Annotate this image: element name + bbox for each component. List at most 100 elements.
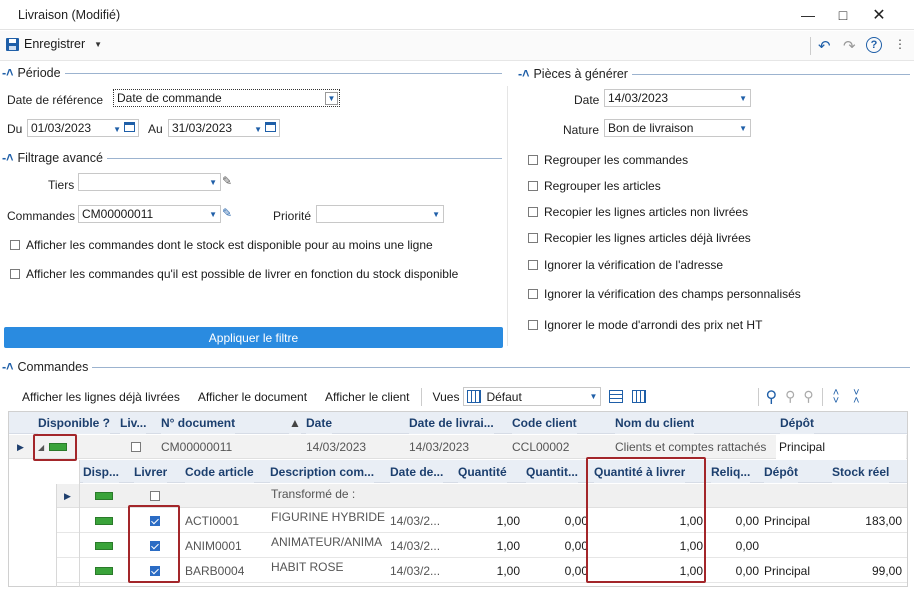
chevron-down-icon[interactable]: ▼ — [590, 392, 598, 401]
pieces-section-header[interactable]: -˄ Pièces à générer — [518, 67, 910, 81]
edit-pen-icon[interactable]: ✎ — [222, 174, 232, 188]
search-next-icon[interactable]: ⚲ — [803, 388, 813, 405]
sort-asc-icon[interactable]: ▲ — [289, 412, 301, 434]
chevron-down-icon[interactable]: ▼ — [209, 210, 217, 219]
edit-pen-icon[interactable]: ✎ — [222, 206, 232, 220]
col-header-nom-client[interactable]: Nom du client — [615, 412, 695, 434]
col-header-ndoc[interactable]: N° document — [161, 412, 236, 434]
line-description: ANIMATEUR/ANIMA — [271, 535, 383, 549]
chevron-down-icon[interactable]: ▼ — [739, 124, 747, 133]
sub-header-description[interactable]: Description com... — [270, 460, 375, 483]
au-date-input[interactable]: 31/03/2023 ▼ — [168, 119, 280, 137]
columns-icon[interactable] — [609, 390, 624, 403]
option-ignorer-arrondi[interactable]: Ignorer le mode d'arrondi des prix net H… — [528, 318, 762, 332]
tiers-input[interactable]: ▼ — [78, 173, 221, 191]
chevron-down-icon[interactable]: ▼ — [432, 210, 440, 219]
priorite-select[interactable]: ▼ — [316, 205, 444, 223]
du-date-input[interactable]: 01/03/2023 ▼ — [27, 119, 139, 137]
col-header-liv[interactable]: Liv... — [120, 412, 147, 434]
date-ref-select[interactable]: Date de commande ▼ — [113, 89, 340, 107]
help-icon[interactable]: ? — [866, 37, 882, 53]
vues-select[interactable]: Défaut ▼ — [463, 387, 602, 406]
col-header-date-livraison[interactable]: Date de livrai... — [409, 412, 494, 434]
option-ignorer-champs[interactable]: Ignorer la vérification des champs perso… — [528, 287, 801, 301]
sub-header-depot[interactable]: Dépôt — [764, 460, 798, 483]
checkbox-livrer-stock[interactable]: Afficher les commandes qu'il est possibl… — [10, 267, 458, 281]
option-recopier-livrees[interactable]: Recopier les lignes articles déjà livrée… — [528, 231, 751, 245]
undo-icon[interactable]: ↶ — [818, 37, 831, 55]
chevron-down-icon[interactable]: ▼ — [739, 94, 747, 103]
calendar-icon[interactable] — [124, 122, 135, 132]
checkbox[interactable] — [528, 207, 538, 217]
sub-header-livrer[interactable]: Livrer — [134, 460, 168, 483]
option-label: Ignorer la vérification des champs perso… — [544, 287, 801, 301]
filtrage-section-header[interactable]: -˄ Filtrage avancé — [2, 151, 502, 165]
checkbox[interactable] — [10, 269, 20, 279]
col-header-depot[interactable]: Dépôt — [780, 412, 814, 434]
table-row[interactable] — [57, 484, 907, 508]
col-header-dispo[interactable]: Disponible ? — [38, 412, 110, 434]
option-regrouper-commandes[interactable]: Regrouper les commandes — [528, 153, 688, 167]
redo-icon[interactable]: ↷ — [843, 37, 856, 55]
piece-date-select[interactable]: 14/03/2023 ▼ — [604, 89, 751, 107]
chevron-down-icon[interactable]: ▼ — [113, 125, 121, 134]
chevron-down-icon[interactable]: ▼ — [94, 40, 102, 49]
divider — [758, 387, 760, 406]
sub-header-reliquat[interactable]: Reliq... — [711, 460, 751, 483]
option-recopier-non-livrees[interactable]: Recopier les lignes articles non livrées — [528, 205, 748, 219]
maximize-icon[interactable]: □ — [830, 4, 856, 26]
nature-select[interactable]: Bon de livraison ▼ — [604, 119, 751, 137]
checkbox[interactable] — [528, 181, 538, 191]
col-header-date[interactable]: Date — [306, 412, 333, 434]
checkbox[interactable] — [131, 442, 141, 452]
chevron-down-icon[interactable]: ▼ — [325, 91, 338, 105]
checkbox[interactable] — [528, 320, 538, 330]
sub-header-stock-reel[interactable]: Stock réel — [832, 460, 890, 483]
expand-all-icon[interactable]: ˄ ˅ — [833, 387, 839, 406]
search-icon[interactable]: ⚲ — [765, 387, 777, 407]
sub-header-dispo[interactable]: Disp... — [83, 460, 120, 483]
chevron-down-icon[interactable]: ▼ — [209, 178, 217, 187]
show-client-link[interactable]: Afficher le client — [316, 390, 419, 404]
liv-checkbox-cell[interactable] — [131, 435, 141, 459]
option-ignorer-adresse[interactable]: Ignorer la vérification de l'adresse — [528, 258, 723, 272]
checkbox[interactable] — [528, 155, 538, 165]
collapse-all-icon[interactable]: ˅ ˄ — [853, 387, 859, 406]
checkbox-stock-dispo-ligne[interactable]: Afficher les commandes dont le stock est… — [10, 238, 433, 252]
layout-icon[interactable] — [632, 390, 647, 403]
order-depot: Principal — [776, 435, 906, 459]
search-prev-icon[interactable]: ⚲ — [785, 388, 795, 405]
checkbox[interactable] — [528, 260, 538, 270]
line-quantite-2: 0,00 — [564, 539, 588, 553]
collapse-icon[interactable]: -˄ — [518, 67, 529, 81]
chevron-down-icon[interactable]: ▼ — [254, 125, 262, 134]
commandes-input[interactable]: CM00000011 ▼ — [78, 205, 221, 223]
highlight-quantite-a-livrer — [586, 457, 706, 583]
commandes-label: Commandes — [7, 209, 76, 223]
save-button[interactable]: Enregistrer ▼ — [6, 37, 102, 51]
show-document-link[interactable]: Afficher le document — [189, 390, 316, 404]
checkbox[interactable] — [528, 289, 538, 299]
minimize-icon[interactable]: — — [795, 4, 821, 26]
sub-header-quantite-2[interactable]: Quantit... — [526, 460, 578, 483]
col-header-code-client[interactable]: Code client — [512, 412, 577, 434]
sub-header-code-article[interactable]: Code article — [185, 460, 254, 483]
commandes-section-header[interactable]: -˄ Commandes — [2, 360, 910, 374]
option-label: Recopier les lignes articles déjà livrée… — [544, 231, 751, 245]
collapse-icon[interactable]: -˄ — [2, 151, 13, 165]
more-icon[interactable]: ⋮ — [894, 37, 906, 51]
option-regrouper-articles[interactable]: Regrouper les articles — [528, 179, 661, 193]
collapse-icon[interactable]: -˄ — [2, 66, 13, 80]
checkbox[interactable] — [10, 240, 20, 250]
periode-section-header[interactable]: -˄ Période — [2, 66, 502, 80]
calendar-icon[interactable] — [265, 122, 276, 132]
checkbox[interactable] — [528, 233, 538, 243]
sub-header-quantite[interactable]: Quantité — [458, 460, 507, 483]
close-icon[interactable]: ✕ — [866, 4, 892, 26]
sub-header-date[interactable]: Date de... — [390, 460, 444, 483]
line-depot: Principal — [764, 564, 811, 578]
checkbox[interactable] — [150, 491, 160, 501]
collapse-icon[interactable]: -˄ — [2, 360, 13, 374]
apply-filter-button[interactable]: Appliquer le filtre — [4, 327, 503, 348]
show-delivered-lines-link[interactable]: Afficher les lignes déjà livrées — [8, 390, 189, 404]
